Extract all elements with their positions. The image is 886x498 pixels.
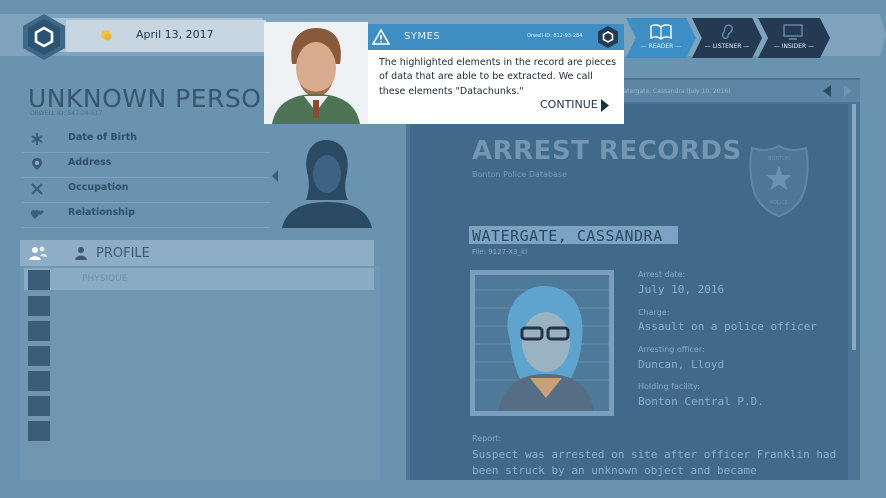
person-name: UNKNOWN PERSON <box>28 84 281 113</box>
asterisk-icon <box>31 133 43 145</box>
warning-icon <box>372 28 390 45</box>
continue-button[interactable]: CONTINUE <box>540 98 598 111</box>
hearts-icon <box>30 209 44 219</box>
dialog-message: The highlighted elements in the record a… <box>379 57 617 97</box>
charge-value: Assault on a police officer <box>638 320 817 333</box>
side-tab-contacts[interactable] <box>28 371 50 391</box>
field-occupation[interactable]: Occupation <box>22 178 270 203</box>
dialog-speaker-id: Orwell-ID: 812-93-284 <box>527 33 583 39</box>
person-icon <box>75 247 87 260</box>
previous-arrow-icon[interactable] <box>822 85 832 97</box>
field-label: Occupation <box>68 182 129 193</box>
document-source: Bonton Police Database <box>472 170 568 179</box>
tools-icon <box>31 183 43 195</box>
arresting-officer-value: Duncan, Lloyd <box>638 358 725 371</box>
field-date-of-birth[interactable]: Date of Birth <box>22 128 270 153</box>
side-tab-tag[interactable] <box>28 296 50 316</box>
book-icon <box>650 24 672 40</box>
report-label: Report: <box>472 434 502 443</box>
physique-label: PHYSIQUE <box>82 274 128 284</box>
mode-label: — INSIDER — <box>773 43 815 50</box>
arrest-date-label: Arrest date: <box>638 270 686 279</box>
mode-tab-insider[interactable]: — INSIDER — <box>758 18 830 58</box>
sun-icon <box>101 30 112 41</box>
field-label: Relationship <box>68 207 135 218</box>
mugshot-photo <box>470 270 614 416</box>
current-date: April 13, 2017 <box>136 28 214 41</box>
charge-label: Charge: <box>638 308 670 317</box>
badge-top-text: BONTON <box>768 156 790 162</box>
mode-label: — READER — <box>640 43 682 50</box>
mode-tab-reader[interactable]: — READER — <box>626 18 696 58</box>
document-scrollbar[interactable] <box>852 104 856 350</box>
police-badge-icon: BONTON POLICE <box>749 144 809 218</box>
badge-bottom-text: POLICE <box>770 200 788 206</box>
next-arrow-icon[interactable] <box>843 85 853 97</box>
person-orwell-id: ORWELL-ID: 547-24-517 <box>30 110 103 117</box>
holding-facility-label: Holding facility: <box>638 382 700 391</box>
document-title: ARREST RECORDS <box>472 136 742 166</box>
monitor-icon <box>783 24 803 40</box>
arresting-officer-label: Arresting officer: <box>638 345 705 354</box>
unknown-person-silhouette <box>272 140 372 228</box>
field-label: Address <box>68 157 112 168</box>
continue-arrow-icon[interactable] <box>600 99 609 112</box>
document-tab-title[interactable]: Watergate, Cassandra (July 10, 2016) <box>618 88 731 95</box>
field-label: Date of Birth <box>68 132 138 143</box>
report-text: Suspect was arrested on site after offic… <box>472 448 837 477</box>
dialog-speaker-name: SYMES <box>404 31 441 42</box>
mode-tab-listener[interactable]: — LISTENER — <box>692 18 762 58</box>
holding-facility-value: Bonton Central P.D. <box>638 395 764 408</box>
record-name-datachunk[interactable]: WATERGATE, CASSANDRA <box>472 227 663 245</box>
field-relationship[interactable]: Relationship <box>22 203 270 228</box>
ear-icon <box>721 24 733 40</box>
people-icon <box>29 246 47 260</box>
field-address[interactable]: Address <box>22 153 270 178</box>
orwell-hex-icon <box>598 26 618 48</box>
mode-label: — LISTENER — <box>704 43 750 50</box>
side-tab-chat[interactable] <box>28 396 50 416</box>
profile-section-title: PROFILE <box>96 246 150 261</box>
physique-row[interactable] <box>24 268 374 290</box>
symes-portrait <box>264 22 368 124</box>
side-tab-bike[interactable] <box>28 321 50 341</box>
side-tab-document[interactable] <box>28 421 50 441</box>
arrest-date-value: July 10, 2016 <box>638 283 725 296</box>
profile-panel <box>20 266 380 480</box>
side-tab-running[interactable] <box>28 346 50 366</box>
orwell-logo-icon[interactable] <box>20 13 68 61</box>
side-tab-body[interactable] <box>28 270 50 290</box>
location-pin-icon <box>32 158 42 170</box>
file-number: File: 9127-X3_kl <box>472 248 528 256</box>
